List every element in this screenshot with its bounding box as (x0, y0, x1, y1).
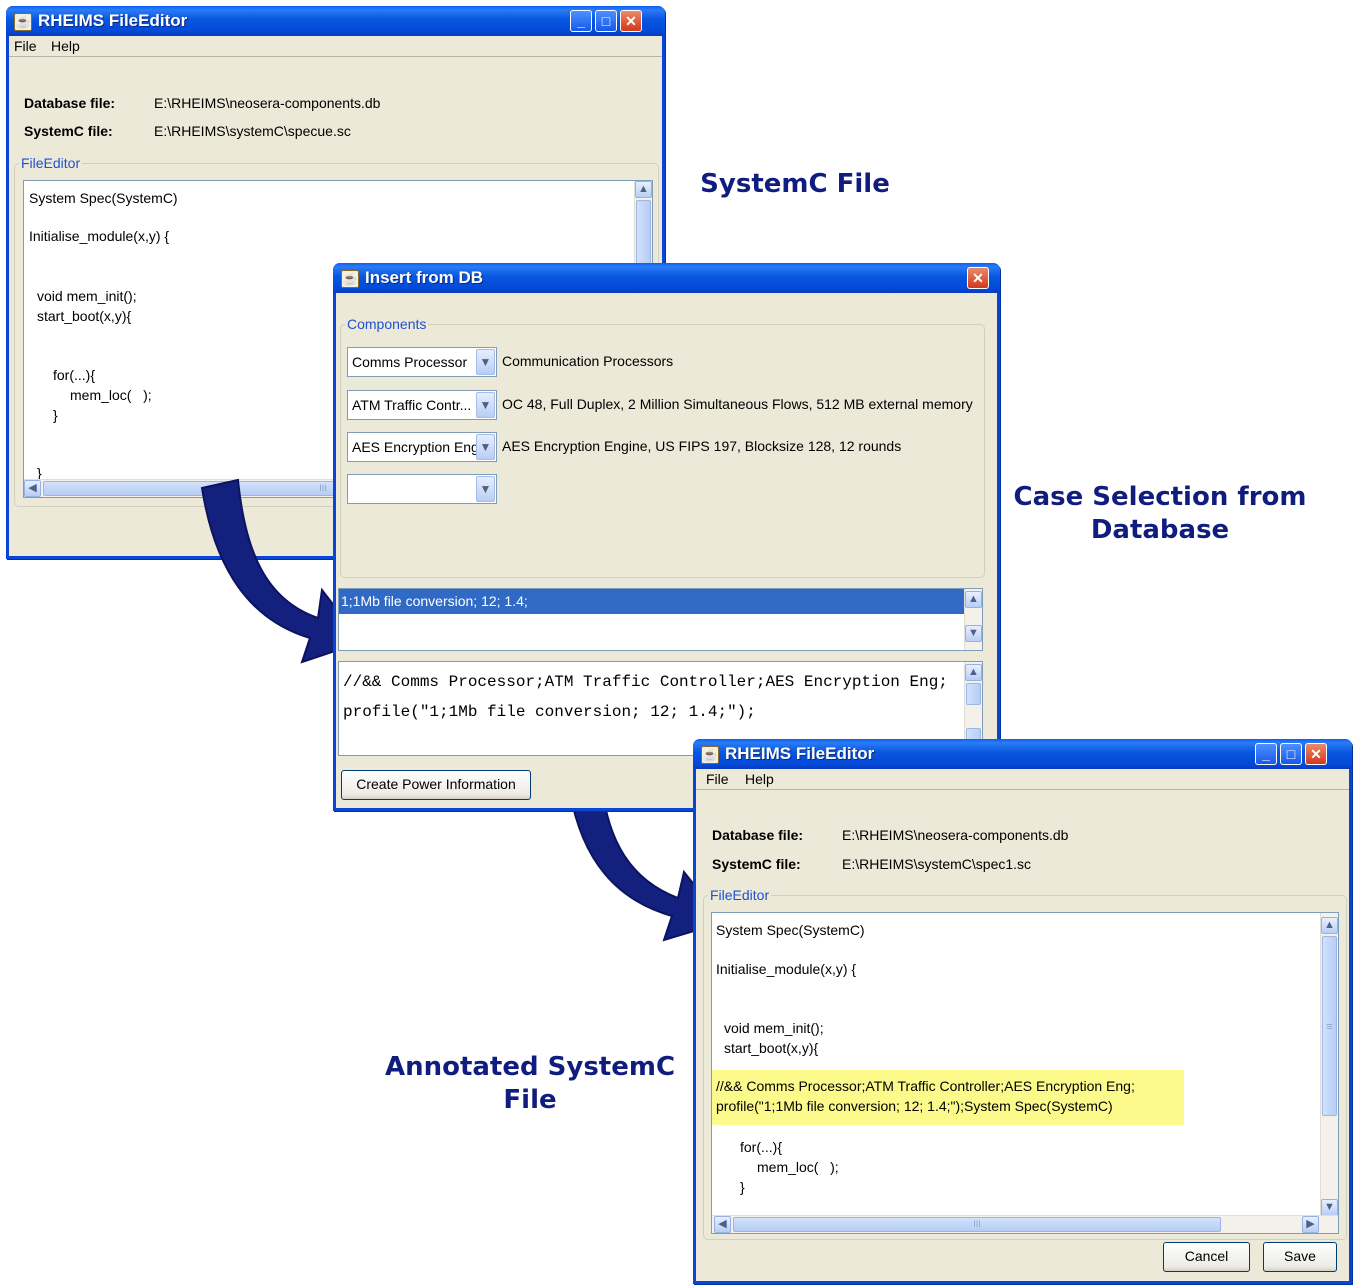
scroll-thumb[interactable]: ≡ (1322, 936, 1337, 1116)
scroll-up-button[interactable]: ▲ (965, 591, 982, 608)
database-file-label: Database file: (712, 827, 804, 843)
code-line: for(...){ (53, 367, 96, 383)
code-editor[interactable]: System Spec(SystemC) Initialise_module(x… (711, 912, 1339, 1234)
title-bar[interactable]: ☕ RHEIMS FileEditor _ □ ✕ (693, 739, 1352, 769)
callout-systemc-file: SystemC File (700, 169, 890, 199)
combo-selected-value: ATM Traffic Contr... (352, 397, 472, 413)
menu-help[interactable]: Help (51, 38, 80, 54)
file-editor-group-title: FileEditor (19, 155, 83, 171)
title-bar[interactable]: ☕ RHEIMS FileEditor _ □ ✕ (6, 6, 665, 36)
file-editor-group-title: FileEditor (708, 887, 772, 903)
java-cup-icon: ☕ (701, 746, 719, 764)
scroll-thumb[interactable] (966, 683, 981, 705)
code-line: void mem_init(); (37, 288, 137, 304)
code-line: mem_loc( ); (757, 1159, 839, 1175)
code-line: } (53, 407, 58, 423)
scroll-left-button[interactable]: ◀ (714, 1216, 731, 1233)
database-file-value: E:\RHEIMS\neosera-components.db (154, 95, 381, 111)
cancel-button[interactable]: Cancel (1163, 1242, 1250, 1272)
component-combo-2[interactable]: ATM Traffic Contr... ▼ (347, 390, 497, 420)
maximize-button[interactable]: □ (1280, 743, 1302, 765)
scroll-up-button[interactable]: ▲ (635, 181, 652, 198)
minimize-button[interactable]: _ (1255, 743, 1277, 765)
menu-file[interactable]: File (14, 38, 37, 54)
code-line: System Spec(SystemC) (716, 922, 865, 938)
close-button[interactable]: ✕ (967, 267, 989, 289)
component-combo-1[interactable]: Comms Processor ▼ (347, 347, 497, 377)
close-button[interactable]: ✕ (620, 10, 642, 32)
maximize-button[interactable]: □ (595, 10, 617, 32)
output-line: profile("1;1Mb file conversion; 12; 1.4;… (343, 703, 756, 721)
database-file-value: E:\RHEIMS\neosera-components.db (842, 827, 1069, 843)
chevron-down-icon[interactable]: ▼ (476, 392, 495, 418)
component-combo-4[interactable]: ▼ (347, 474, 497, 504)
close-button[interactable]: ✕ (1305, 743, 1327, 765)
dialog-title: Insert from DB (365, 268, 484, 287)
case-list-item-selected[interactable]: 1;1Mb file conversion; 12; 1.4; (339, 589, 965, 614)
chevron-down-icon[interactable]: ▼ (476, 349, 495, 375)
scroll-thumb[interactable]: III (733, 1217, 1221, 1232)
scroll-down-button[interactable]: ▼ (965, 625, 982, 642)
java-cup-icon: ☕ (341, 270, 359, 288)
systemc-file-value: E:\RHEIMS\systemC\spec1.sc (842, 856, 1032, 872)
code-line: void mem_init(); (724, 1020, 824, 1036)
systemc-file-value: E:\RHEIMS\systemC\specue.sc (154, 123, 351, 139)
file-editor-window-2: ☕ RHEIMS FileEditor _ □ ✕ File Help Data… (693, 739, 1352, 1284)
menu-help[interactable]: Help (745, 771, 774, 787)
callout-annotated-systemc: Annotated SystemC File (384, 1052, 676, 1115)
code-line: mem_loc( ); (70, 387, 152, 403)
create-power-information-button[interactable]: Create Power Information (341, 770, 531, 800)
horizontal-scrollbar[interactable]: ◀ III ▶ (712, 1215, 1338, 1233)
combo-selected-value: AES Encryption Eng (352, 439, 479, 455)
combo-selected-value: Comms Processor (352, 354, 468, 370)
code-line: Initialise_module(x,y) { (716, 961, 857, 977)
code-line: System Spec(SystemC) (29, 190, 178, 206)
case-list[interactable]: 1;1Mb file conversion; 12; 1.4; ▲ ▼ (338, 588, 983, 651)
database-file-label: Database file: (24, 95, 116, 111)
menu-bar: File Help (696, 769, 1349, 790)
scroll-right-button[interactable]: ▶ (1302, 1216, 1319, 1233)
systemc-file-label: SystemC file: (712, 856, 801, 872)
component-combo-3[interactable]: AES Encryption Eng ▼ (347, 432, 497, 462)
scroll-up-button[interactable]: ▲ (1321, 917, 1338, 934)
vertical-scrollbar[interactable]: ▲ ≡ ▼ (1320, 913, 1338, 1216)
component-description-3: AES Encryption Engine, US FIPS 197, Bloc… (502, 438, 902, 454)
chevron-down-icon[interactable]: ▼ (476, 476, 495, 502)
window-title: RHEIMS FileEditor (725, 744, 875, 763)
scroll-down-button[interactable]: ▼ (1321, 1199, 1338, 1216)
minimize-button[interactable]: _ (570, 10, 592, 32)
window-title: RHEIMS FileEditor (38, 11, 188, 30)
scroll-up-button[interactable]: ▲ (965, 664, 982, 681)
annotation-line: profile("1;1Mb file conversion; 12; 1.4;… (716, 1098, 1113, 1114)
component-description-1: Communication Processors (502, 353, 674, 369)
component-description-2: OC 48, Full Duplex, 2 Million Simultaneo… (502, 396, 973, 412)
code-line: start_boot(x,y){ (724, 1040, 819, 1056)
code-line: Initialise_module(x,y) { (29, 228, 170, 244)
save-button[interactable]: Save (1263, 1242, 1337, 1272)
code-line: start_boot(x,y){ (37, 308, 132, 324)
vertical-scrollbar[interactable]: ▲ ▼ (964, 589, 982, 650)
scroll-left-button[interactable]: ◀ (24, 480, 41, 497)
case-list-item-text: 1;1Mb file conversion; 12; 1.4; (341, 593, 528, 609)
output-line: //&& Comms Processor;ATM Traffic Control… (343, 673, 948, 691)
dialog-title-bar[interactable]: ☕ Insert from DB ✕ (333, 263, 1000, 293)
insert-from-db-dialog: ☕ Insert from DB ✕ Components Comms Proc… (333, 263, 1000, 811)
callout-case-selection: Case Selection from Database (1013, 482, 1307, 545)
annotation-line: //&& Comms Processor;ATM Traffic Control… (716, 1078, 1135, 1094)
code-line: for(...){ (740, 1139, 783, 1155)
chevron-down-icon[interactable]: ▼ (476, 434, 495, 460)
inserted-annotation-highlight: //&& Comms Processor;ATM Traffic Control… (712, 1070, 1184, 1125)
java-cup-icon: ☕ (14, 13, 32, 31)
systemc-file-label: SystemC file: (24, 123, 113, 139)
menu-file[interactable]: File (706, 771, 729, 787)
code-line: } (740, 1179, 745, 1195)
menu-bar: File Help (9, 36, 662, 57)
components-group-title: Components (345, 316, 429, 332)
